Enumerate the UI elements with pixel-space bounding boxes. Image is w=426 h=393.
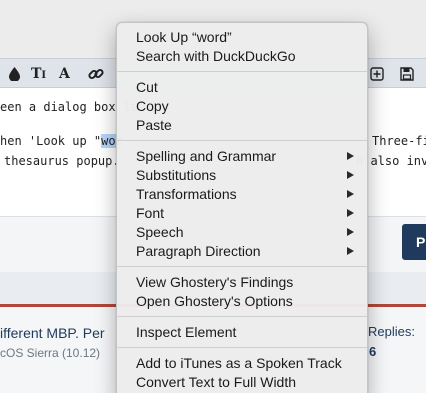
replies-label: Replies:: [368, 324, 415, 339]
menu-item-look-up-word[interactable]: Look Up “word”: [117, 28, 367, 47]
font-size-icon[interactable]: TI: [31, 64, 46, 84]
menu-item-copy[interactable]: Copy: [117, 97, 367, 116]
context-menu: Look Up “word” Search with DuckDuckGo Cut C…: [116, 22, 368, 393]
editor-text-line: thesaurus popup.: [4, 154, 120, 168]
menu-item-label: Copy: [136, 98, 169, 114]
thread-title[interactable]: ifferent MBP. Per: [0, 325, 105, 341]
link-icon[interactable]: [88, 64, 104, 84]
menu-item-label: Open Ghostery's Options: [136, 293, 293, 309]
menu-item-convert-text-to-full-width[interactable]: Convert Text to Full Width: [117, 373, 367, 392]
submenu-arrow-icon: [347, 209, 354, 217]
post-reply-button[interactable]: P: [402, 224, 426, 260]
menu-item-substitutions[interactable]: Substitutions: [117, 166, 367, 185]
menu-item-label: Inspect Element: [136, 324, 237, 340]
menu-item-transformations[interactable]: Transformations: [117, 185, 367, 204]
font-icon[interactable]: A: [59, 64, 70, 84]
menu-item-add-to-itunes-as-a-spoken-track[interactable]: Add to iTunes as a Spoken Track: [117, 354, 367, 373]
thread-forum[interactable]: cOS Sierra (10.12): [0, 346, 100, 360]
menu-item-font[interactable]: Font: [117, 204, 367, 223]
menu-item-label: Convert Text to Full Width: [136, 374, 297, 390]
menu-item-paste[interactable]: Paste: [117, 116, 367, 135]
menu-item-label: View Ghostery's Findings: [136, 274, 294, 290]
menu-separator: [117, 266, 367, 267]
submenu-arrow-icon: [347, 228, 354, 236]
menu-separator: [117, 140, 367, 141]
menu-item-label: Transformations: [136, 186, 237, 202]
replies-count: 6: [369, 344, 377, 359]
menu-item-label: Search with DuckDuckGo: [136, 48, 296, 64]
menu-separator: [117, 316, 367, 317]
menu-item-cut[interactable]: Cut: [117, 78, 367, 97]
menu-item-label: Substitutions: [136, 167, 217, 183]
menu-item-inspect-element[interactable]: Inspect Element: [117, 323, 367, 342]
menu-item-label: Cut: [136, 79, 158, 95]
menu-item-label: Look Up “word”: [136, 29, 232, 45]
insert-box-icon[interactable]: [370, 64, 384, 84]
save-icon[interactable]: [400, 64, 414, 84]
editor-text-line: Three-fi: [372, 134, 426, 148]
submenu-arrow-icon: [347, 152, 354, 160]
submenu-arrow-icon: [347, 247, 354, 255]
menu-separator: [117, 71, 367, 72]
editor-text-line: hen 'Look up "wor: [0, 134, 123, 148]
menu-item-label: Add to iTunes as a Spoken Track: [136, 355, 342, 371]
menu-item-label: Paste: [136, 117, 172, 133]
submenu-arrow-icon: [347, 171, 354, 179]
menu-item-label: Speech: [136, 224, 184, 240]
menu-item-spelling-and-grammar[interactable]: Spelling and Grammar: [117, 147, 367, 166]
menu-item-paragraph-direction[interactable]: Paragraph Direction: [117, 242, 367, 261]
menu-item-label: Spelling and Grammar: [136, 148, 277, 164]
menu-item-search-with-duckduckgo[interactable]: Search with DuckDuckGo: [117, 47, 367, 66]
menu-item-label: Paragraph Direction: [136, 243, 261, 259]
menu-item-view-ghostery-s-findings[interactable]: View Ghostery's Findings: [117, 273, 367, 292]
submenu-arrow-icon: [347, 190, 354, 198]
menu-item-open-ghostery-s-options[interactable]: Open Ghostery's Options: [117, 292, 367, 311]
menu-item-label: Font: [136, 205, 165, 221]
ink-drop-icon[interactable]: [9, 64, 20, 84]
menu-item-speech[interactable]: Speech: [117, 223, 367, 242]
menu-separator: [117, 347, 367, 348]
